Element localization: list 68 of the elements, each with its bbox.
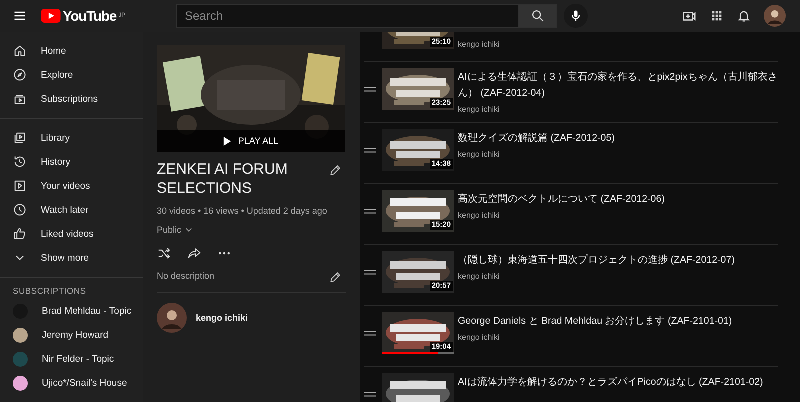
playlist-description: No description	[157, 270, 215, 280]
subscription-item[interactable]: Brad Mehldau - Topic	[0, 299, 143, 323]
library-icon	[13, 131, 27, 145]
drag-handle-icon[interactable]	[364, 269, 376, 276]
video-icon	[13, 179, 27, 193]
subscription-item[interactable]: Ujico*/Snail's House	[0, 371, 143, 395]
playlist-title: ZENKEI AI FORUM SELECTIONS	[157, 160, 289, 198]
channel-name[interactable]: kengo ichiki	[458, 272, 735, 281]
subscription-item[interactable]: Nir Felder - Topic	[0, 347, 143, 371]
compass-icon	[13, 68, 27, 82]
channel-name[interactable]: kengo ichiki	[458, 105, 778, 114]
home-icon	[13, 44, 27, 58]
menu-icon[interactable]	[13, 9, 27, 23]
share-icon[interactable]	[187, 246, 202, 261]
sidebar-item[interactable]: Library	[0, 126, 143, 150]
video-title[interactable]: George Daniels と Brad Mehldau お分けします (ZAF-2101-01)	[458, 314, 732, 330]
drag-handle-icon[interactable]	[364, 208, 376, 215]
channel-avatar	[13, 328, 28, 342]
search-field[interactable]: Search	[176, 4, 519, 28]
video-title[interactable]: AIは流体力学を解けるのか？とラズパイPicoのはなし (ZAF-2101-02)	[458, 375, 764, 391]
sidebar-item[interactable]: Liked videos	[0, 222, 143, 246]
channel-name[interactable]: kengo ichiki	[458, 333, 732, 342]
user-avatar[interactable]	[764, 5, 786, 27]
clock-icon	[13, 203, 27, 217]
play-icon	[223, 136, 232, 146]
thumbs-up-icon	[13, 227, 27, 241]
drag-handle-icon[interactable]	[364, 330, 376, 337]
sidebar-item[interactable]: Show more	[0, 246, 143, 270]
apps-grid-icon[interactable]	[710, 9, 724, 23]
drag-handle-icon[interactable]	[364, 391, 376, 398]
subscriptions-icon	[13, 92, 27, 106]
play-all-button[interactable]: PLAY ALL	[157, 130, 345, 152]
playlist-stats: 30 videos • 16 views • Updated 2 days ago	[157, 206, 328, 216]
edit-icon[interactable]	[329, 271, 342, 284]
edit-icon[interactable]	[329, 164, 342, 177]
channel-avatar	[13, 352, 28, 366]
search-button[interactable]	[519, 4, 557, 28]
chevron-down-icon	[184, 226, 193, 234]
sidebar-item[interactable]: History	[0, 150, 143, 174]
video-title[interactable]: （隠し球）東海道五十四次プロジェクトの進捗 (ZAF-2012-07)	[458, 253, 735, 269]
drag-handle-icon[interactable]	[364, 147, 376, 154]
shuffle-icon[interactable]	[157, 246, 172, 261]
owner-avatar[interactable]	[157, 303, 187, 333]
subscription-item[interactable]: Jeremy Howard	[0, 323, 143, 347]
channel-name[interactable]: kengo ichiki	[458, 211, 665, 220]
video-title[interactable]: 数理クイズの解説篇 (ZAF-2012-05)	[458, 131, 615, 147]
channel-name[interactable]: kengo ichiki	[458, 150, 615, 159]
owner-name[interactable]: kengo ichiki	[196, 313, 248, 323]
video-title[interactable]: AIによる生体認証（３）宝石の家を作る、とpix2pixちゃん（古川郁衣さん） (ZAF-2012-04)	[458, 70, 778, 102]
channel-name[interactable]: kengo ichiki	[458, 40, 500, 49]
region-label: JP	[118, 13, 126, 19]
play-logo-icon	[41, 9, 61, 23]
video-title[interactable]: 高次元空間のベクトルについて (ZAF-2012-06)	[458, 192, 665, 208]
channel-avatar	[13, 376, 28, 390]
microphone-button[interactable]	[564, 4, 588, 28]
youtube-logo[interactable]: YouTube$^{JP}$	[41, 8, 176, 24]
history-icon	[13, 155, 27, 169]
microphone-icon	[569, 9, 583, 23]
sidebar-item[interactable]: Explore	[0, 63, 143, 87]
sidebar-item[interactable]: Subscriptions	[0, 87, 143, 111]
bell-icon[interactable]	[737, 9, 751, 23]
search-icon	[530, 9, 544, 23]
sidebar-item[interactable]: Watch later	[0, 198, 143, 222]
sidebar-item[interactable]: Home	[0, 39, 143, 63]
visibility-dropdown[interactable]: Public	[157, 225, 193, 235]
section-heading: SUBSCRIPTIONS	[12, 286, 88, 298]
sidebar-item[interactable]: Your videos	[0, 174, 143, 198]
drag-handle-icon[interactable]	[364, 86, 376, 93]
